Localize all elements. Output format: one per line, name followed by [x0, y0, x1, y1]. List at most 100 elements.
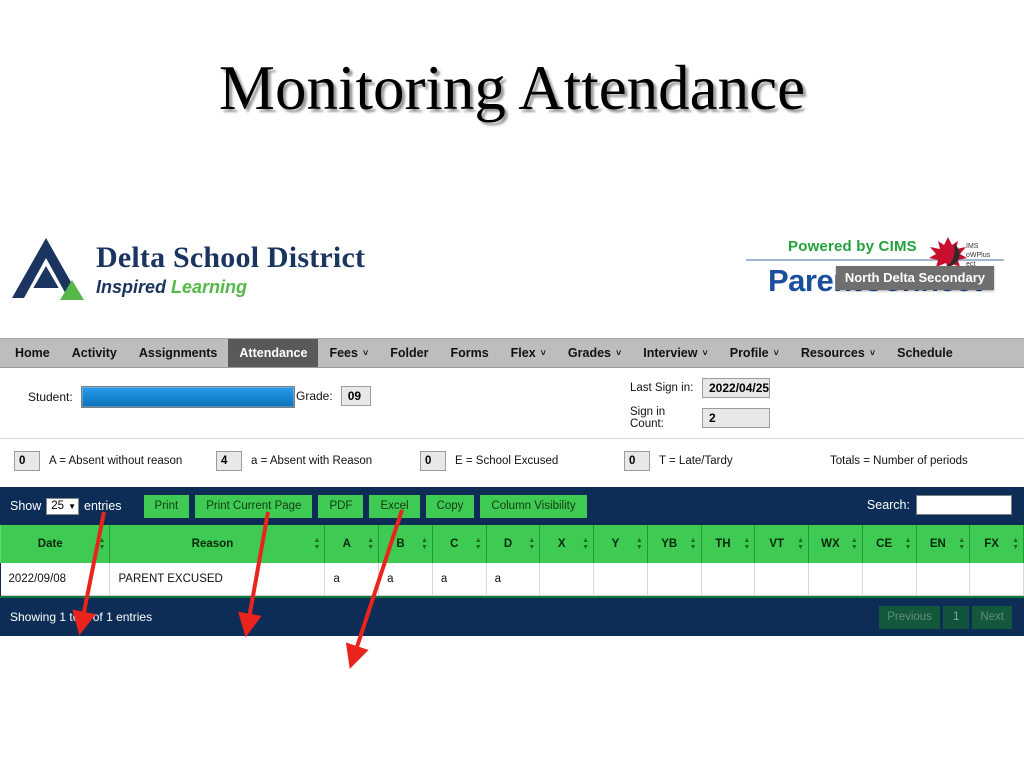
cell-d: a — [486, 563, 541, 596]
grade-value: 09 — [340, 386, 371, 406]
student-name-field[interactable] — [80, 386, 295, 408]
col-header-a[interactable]: A ▲ ▼ — [324, 525, 380, 563]
last-signin-row: Last Sign in: 2022/04/25 — [630, 378, 770, 398]
chevron-down-icon: ▼ — [68, 501, 76, 511]
legend-count: 0 — [14, 451, 40, 471]
maple-leaf-svg — [929, 237, 967, 269]
col-header-fx[interactable]: FX ▲ ▼ — [969, 525, 1024, 563]
cell-en — [916, 563, 971, 596]
nav-item-assignments[interactable]: Assignments — [128, 339, 229, 367]
cell-vt — [754, 563, 810, 596]
entries-per-page-value: 25 — [51, 500, 65, 512]
sort-icon: ▲ ▼ — [797, 537, 805, 551]
grade-label: Grade: — [296, 389, 333, 403]
nav-item-fees[interactable]: Fees ˅ — [318, 339, 379, 367]
cell-wx — [808, 563, 863, 596]
col-label: C — [450, 538, 459, 550]
legend-label: E = School Excused — [455, 455, 559, 467]
export-button-group: Print Print Current Page PDF Excel Copy … — [143, 494, 587, 518]
student-label: Student: — [28, 390, 73, 404]
show-entries-prefix: Show — [10, 499, 42, 513]
grade-field-group: Grade: 09 — [296, 386, 371, 406]
col-header-d[interactable]: D ▲ ▼ — [485, 525, 541, 563]
col-header-wx[interactable]: WX ▲ ▼ — [808, 525, 863, 563]
excel-button[interactable]: Excel — [369, 494, 420, 518]
sort-icon: ▲ ▼ — [689, 537, 697, 551]
nav-item-folder[interactable]: Folder — [379, 339, 439, 367]
nav-label: Flex — [510, 346, 536, 360]
cell-c: a — [432, 563, 487, 596]
legend-count: 0 — [420, 451, 446, 471]
cell-x — [539, 563, 595, 596]
parentconnect-screenshot: Delta School District Inspired Learning … — [0, 228, 1024, 722]
col-header-b[interactable]: B ▲ ▼ — [378, 525, 433, 563]
previous-page-button[interactable]: Previous — [879, 605, 940, 629]
legend-item-absent-no-reason: 0 A = Absent without reason — [14, 451, 182, 471]
maple-leaf-icon — [928, 236, 968, 270]
col-label: D — [503, 538, 513, 550]
col-header-th[interactable]: TH ▲ ▼ — [700, 525, 756, 563]
nav-item-home[interactable]: Home — [4, 339, 61, 367]
table-header-row: Date ▲ ▼ Reason ▲ ▼ A ▲ ▼ B ▲ ▼ C ▲ ▼ D ▲ ▼ X ▲ ▼ Y ▲ ▼ … — [0, 525, 1024, 563]
school-name-tooltip: North Delta Secondary — [835, 266, 994, 290]
show-entries-suffix: entries — [84, 499, 122, 513]
col-header-yb[interactable]: YB ▲ ▼ — [646, 525, 702, 563]
chevron-down-icon: ˅ — [869, 348, 876, 358]
cell-a: a — [324, 563, 380, 596]
print-button[interactable]: Print — [143, 494, 190, 518]
nav-item-profile[interactable]: Profile ˅ — [719, 339, 790, 367]
col-label: YB — [661, 538, 678, 550]
col-header-ce[interactable]: CE ▲ ▼ — [861, 525, 917, 563]
nav-item-grades[interactable]: Grades ˅ — [557, 339, 632, 367]
col-header-y[interactable]: Y ▲ ▼ — [593, 525, 648, 563]
col-label: Y — [611, 538, 620, 550]
sort-icon: ▲ ▼ — [904, 537, 912, 551]
tagline-word-1: Inspired — [96, 276, 167, 297]
signin-count-row: Sign in Count: 2 — [630, 406, 770, 430]
col-header-vt[interactable]: VT ▲ ▼ — [754, 525, 810, 563]
page-1-button[interactable]: 1 — [942, 605, 970, 629]
parentconnect-logo: Powered by CIMS ParentConnect IMS oWPlus… — [740, 236, 1010, 299]
search-input[interactable] — [916, 495, 1012, 515]
cell-y — [593, 563, 648, 596]
copy-button[interactable]: Copy — [425, 494, 475, 518]
nav-item-schedule[interactable]: Schedule — [886, 339, 964, 367]
chevron-down-icon: ˅ — [773, 348, 779, 358]
col-header-date[interactable]: Date ▲ ▼ — [0, 525, 111, 563]
signin-info-block: Last Sign in: 2022/04/25 Sign in Count: … — [630, 378, 770, 438]
col-header-x[interactable]: X ▲ ▼ — [539, 525, 595, 563]
brand-band: Delta School District Inspired Learning … — [0, 228, 1024, 338]
nav-label: Profile — [729, 346, 769, 360]
delta-school-district-logo: Delta School District Inspired Learning — [12, 236, 365, 302]
delta-triangle-svg — [12, 238, 84, 300]
signin-count-label: Sign in Count: — [630, 406, 666, 430]
legend-item-absent-with-reason: 4 a = Absent with Reason — [216, 451, 372, 471]
nav-item-flex[interactable]: Flex ˅ — [500, 339, 557, 367]
cims-fine-print-line-1: IMS — [966, 243, 979, 250]
cell-th — [701, 563, 756, 596]
entries-info: Showing 1 to 1 of 1 entries — [10, 609, 153, 624]
pdf-button[interactable]: PDF — [318, 494, 364, 518]
entries-per-page-select[interactable]: 25 ▼ — [46, 497, 79, 515]
column-visibility-button[interactable]: Column Visibility — [480, 494, 587, 518]
main-navigation: Home Activity Assignments Attendance Fee… — [0, 338, 1024, 368]
nav-item-attendance[interactable]: Attendance — [228, 339, 319, 367]
print-current-page-button[interactable]: Print Current Page — [195, 494, 313, 518]
nav-item-resources[interactable]: Resources ˅ — [790, 339, 886, 367]
nav-label: Home — [15, 346, 50, 360]
attendance-table: Date ▲ ▼ Reason ▲ ▼ A ▲ ▼ B ▲ ▼ C ▲ ▼ D ▲ ▼ X ▲ ▼ Y ▲ ▼ … — [0, 525, 1024, 596]
cims-fine-print-line-2: oWPlus — [966, 252, 991, 259]
nav-label: Fees — [329, 346, 358, 360]
nav-item-interview[interactable]: Interview ˅ — [632, 339, 718, 367]
slide-root: Monitoring Attendance Delta School Distr… — [0, 0, 1024, 768]
sort-icon: ▲ ▼ — [98, 537, 106, 551]
nav-item-forms[interactable]: Forms — [439, 339, 499, 367]
next-page-button[interactable]: Next — [972, 605, 1012, 629]
nav-item-activity[interactable]: Activity — [61, 339, 128, 367]
datatable-toolbar: Show 25 ▼ entries Print Print Current Pa… — [0, 487, 1024, 525]
col-header-reason[interactable]: Reason ▲ ▼ — [109, 525, 326, 563]
table-row[interactable]: 2022/09/08 PARENT EXCUSED a a a a — [0, 563, 1024, 596]
chevron-down-icon: ˅ — [616, 348, 622, 358]
col-header-en[interactable]: EN ▲ ▼ — [915, 525, 971, 563]
col-header-c[interactable]: C ▲ ▼ — [431, 525, 487, 563]
